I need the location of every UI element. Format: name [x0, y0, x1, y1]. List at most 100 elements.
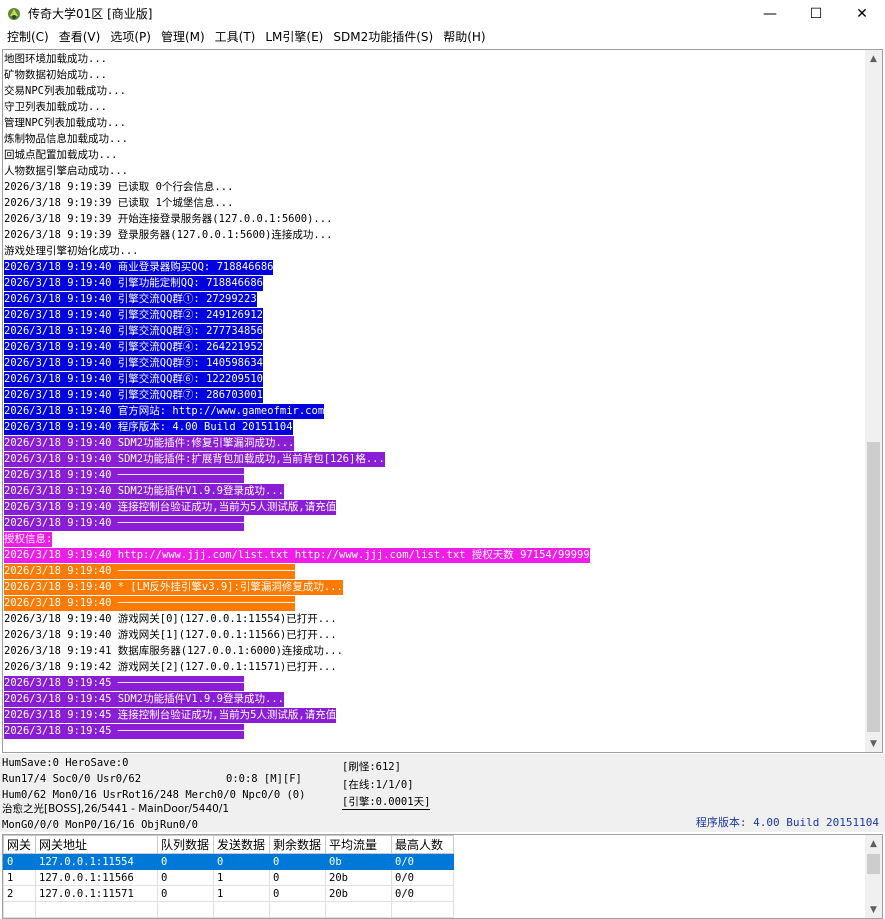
table-scroll-thumb[interactable] [867, 854, 880, 874]
log-line-text: 2026/3/18 9:19:40 连接控制台验证成功,当前为5人测试版,请充值 [4, 500, 337, 515]
window-title: 传奇大学01区 [商业版] [28, 7, 153, 21]
menu-sdm2-plugin[interactable]: SDM2功能插件(S) [328, 27, 438, 47]
log-line: 回城点配置加载成功... [4, 147, 867, 163]
log-line-text: 2026/3/18 9:19:40 游戏网关[0](127.0.0.1:1155… [4, 613, 337, 625]
log-line: 2026/3/18 9:19:39 已读取 1个城堡信息... [4, 195, 867, 211]
log-line: 2026/3/18 9:19:40 ──────────────────── [4, 515, 867, 531]
log-line: 守卫列表加载成功... [4, 99, 867, 115]
menu-view[interactable]: 查看(V) [54, 27, 106, 47]
log-line: 2026/3/18 9:19:40 引擎交流QQ群①: 27299223 [4, 291, 867, 307]
log-line-text: 2026/3/18 9:19:40 * [LM反外挂引擎v3.9]:引擎漏洞修复… [4, 580, 343, 595]
log-panel[interactable]: 地图环境加载成功... 矿物数据初始成功... 交易NPC列表加载成功... 守卫列表… [2, 49, 883, 753]
status-mon: MonG0/0/0 MonP0/16/16 ObjRun0/0 [2, 819, 198, 831]
log-line-text: 2026/3/18 9:19:40 官方网站: http://www.gameo… [4, 404, 325, 419]
menu-options[interactable]: 选项(P) [105, 27, 156, 47]
cell-max-users: 0/0 [391, 869, 454, 886]
log-line-text: 2026/3/18 9:19:40 SDM2功能插件V1.9.9登录成功... [4, 484, 284, 499]
col-max-users[interactable]: 最高人数 [391, 835, 454, 854]
scroll-down-icon[interactable]: ▼ [865, 735, 882, 752]
table-scrollbar[interactable]: ▲ ▼ [865, 835, 882, 918]
gate-table: 网关 网关地址 队列数据 发送数据 剩余数据 平均流量 最高人数 0 127.0… [3, 835, 454, 918]
log-line: 2026/3/18 9:19:45 ──────────────────── [4, 723, 867, 739]
log-line: 授权信息: [4, 531, 867, 547]
log-line-text: 管理NPC列表加载成功... [4, 117, 126, 129]
col-gate[interactable]: 网关 [3, 835, 36, 854]
status-save: HumSave:0 HeroSave:0 [2, 757, 129, 769]
log-line-text: 炼制物品信息加载成功... [4, 133, 128, 145]
log-line-text: 回城点配置加载成功... [4, 149, 118, 161]
log-line-text: 2026/3/18 9:19:39 已读取 0个行会信息... [4, 181, 234, 193]
log-line: 2026/3/18 9:19:40 游戏网关[1](127.0.0.1:1156… [4, 627, 867, 643]
log-line-text: 授权信息: [4, 532, 53, 547]
cell-sent: 1 [213, 885, 270, 902]
log-list: 地图环境加载成功... 矿物数据初始成功... 交易NPC列表加载成功... 守卫列表… [3, 50, 867, 752]
log-line: 2026/3/18 9:19:40 引擎交流QQ群⑥: 122209510 [4, 371, 867, 387]
table-row-empty [3, 901, 454, 918]
log-line: 游戏处理引擎初始化成功... [4, 243, 867, 259]
log-line-text: 2026/3/18 9:19:45 ──────────────────── [4, 676, 245, 691]
log-line-text: 人物数据引擎启动成功... [4, 165, 128, 177]
log-line-text: 2026/3/18 9:19:45 ──────────────────── [4, 724, 245, 739]
cell-address: 127.0.0.1:11566 [35, 869, 158, 886]
log-scrollbar[interactable]: ▲ ▼ [865, 50, 882, 752]
log-line-text: 游戏处理引擎初始化成功... [4, 245, 139, 257]
status-refresh: [刷怪:612] [342, 761, 401, 773]
table-row[interactable]: 2 127.0.0.1:11571 0 1 0 20b 0/0 [3, 885, 454, 902]
log-line: 2026/3/18 9:19:40 SDM2功能插件:修复引擎漏洞成功... [4, 435, 867, 451]
scroll-up-icon[interactable]: ▲ [865, 835, 882, 852]
menu-control[interactable]: 控制(C) [2, 27, 54, 47]
cell-remaining: 0 [269, 853, 326, 870]
log-line-text: 2026/3/18 9:19:40 SDM2功能插件:扩展背包加载成功,当前背包… [4, 452, 385, 467]
col-queue[interactable]: 队列数据 [157, 835, 214, 854]
menu-lm-engine[interactable]: LM引擎(E) [260, 27, 328, 47]
cell-max-users: 0/0 [391, 853, 454, 870]
log-line-text: 2026/3/18 9:19:40 SDM2功能插件:修复引擎漏洞成功... [4, 436, 295, 451]
scroll-up-icon[interactable]: ▲ [865, 50, 882, 67]
col-address[interactable]: 网关地址 [35, 835, 158, 854]
log-line: 2026/3/18 9:19:40 官方网站: http://www.gameo… [4, 403, 867, 419]
table-row[interactable]: 1 127.0.0.1:11566 0 1 0 20b 0/0 [3, 869, 454, 886]
log-line: 2026/3/18 9:19:39 开始连接登录服务器(127.0.0.1:56… [4, 211, 867, 227]
log-line-text: 2026/3/18 9:19:40 引擎交流QQ群⑥: 122209510 [4, 372, 263, 387]
status-panel: HumSave:0 HeroSave:0 Run17/4 Soc0/0 Usr0… [0, 754, 885, 832]
log-line: 2026/3/18 9:19:40 SDM2功能插件V1.9.9登录成功... [4, 483, 867, 499]
log-line-text: 2026/3/18 9:19:40 引擎交流QQ群⑦: 286703001 [4, 388, 263, 403]
log-line-text: 2026/3/18 9:19:39 已读取 1个城堡信息... [4, 197, 234, 209]
log-line-text: 2026/3/18 9:19:40 引擎功能定制QQ: 718846686 [4, 276, 263, 291]
col-remaining[interactable]: 剩余数据 [269, 835, 326, 854]
cell-queue: 0 [157, 869, 214, 886]
log-line: 2026/3/18 9:19:42 游戏网关[2](127.0.0.1:1157… [4, 659, 867, 675]
col-avg-traffic[interactable]: 平均流量 [325, 835, 392, 854]
log-line: 2026/3/18 9:19:40 ──────────────────────… [4, 563, 867, 579]
log-line: 炼制物品信息加载成功... [4, 131, 867, 147]
table-row[interactable]: 0 127.0.0.1:11554 0 0 0 0b 0/0 [3, 853, 454, 870]
log-line-text: 交易NPC列表加载成功... [4, 85, 126, 97]
log-line: 2026/3/18 9:19:40 * [LM反外挂引擎v3.9]:引擎漏洞修复… [4, 579, 867, 595]
log-line: 2026/3/18 9:19:40 引擎交流QQ群②: 249126912 [4, 307, 867, 323]
menu-tools[interactable]: 工具(T) [210, 27, 261, 47]
log-line: 2026/3/18 9:19:39 已读取 0个行会信息... [4, 179, 867, 195]
col-sent[interactable]: 发送数据 [213, 835, 270, 854]
app-icon [6, 6, 22, 22]
cell-avg-traffic: 20b [325, 885, 392, 902]
log-line: 人物数据引擎启动成功... [4, 163, 867, 179]
log-line: 2026/3/18 9:19:40 游戏网关[0](127.0.0.1:1155… [4, 611, 867, 627]
menu-help[interactable]: 帮助(H) [438, 27, 490, 47]
log-scroll-thumb[interactable] [867, 442, 880, 732]
log-line-text: 2026/3/18 9:19:45 连接控制台验证成功,当前为5人测试版,请充值 [4, 708, 337, 723]
cell-avg-traffic: 20b [325, 869, 392, 886]
log-line-text: 2026/3/18 9:19:40 引擎交流QQ群③: 277734856 [4, 324, 263, 339]
scroll-down-icon[interactable]: ▼ [865, 901, 882, 918]
status-hum: Hum0/62 Mon0/16 UsrRot16/248 Merch0/0 Np… [2, 789, 306, 801]
menu-manage[interactable]: 管理(M) [156, 27, 210, 47]
log-line-text: 2026/3/18 9:19:39 开始连接登录服务器(127.0.0.1:56… [4, 213, 333, 225]
log-line-text: 2026/3/18 9:19:40 游戏网关[1](127.0.0.1:1156… [4, 629, 337, 641]
log-line: 2026/3/18 9:19:45 ──────────────────── [4, 675, 867, 691]
log-line: 2026/3/18 9:19:40 ──────────────────── [4, 467, 867, 483]
log-line-text: 2026/3/18 9:19:40 引擎交流QQ群①: 27299223 [4, 292, 257, 307]
status-online: [在线:1/1/0] [342, 779, 414, 791]
close-button[interactable]: ✕ [839, 0, 885, 27]
maximize-button[interactable]: ☐ [793, 0, 839, 27]
minimize-button[interactable]: — [747, 0, 793, 27]
log-line-text: 2026/3/18 9:19:40 引擎交流QQ群⑤: 140598634 [4, 356, 263, 371]
